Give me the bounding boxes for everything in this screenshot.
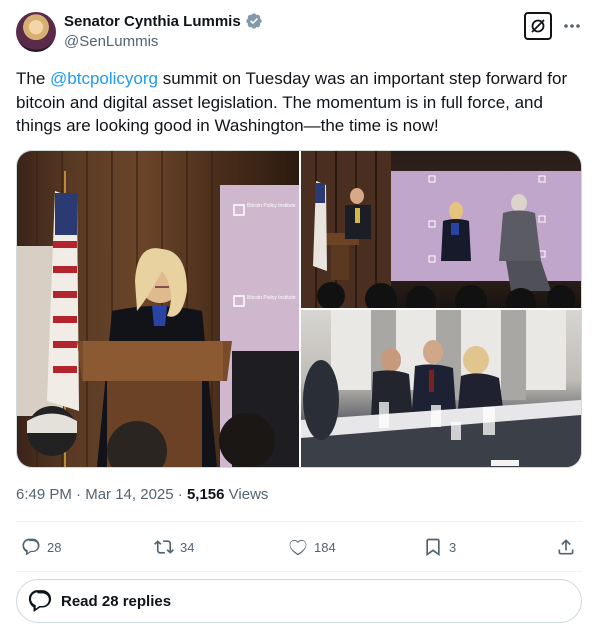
mention-link[interactable]: @btcpolicyorg bbox=[50, 69, 158, 88]
reply-icon bbox=[22, 538, 40, 556]
reply-button[interactable]: 28 bbox=[21, 531, 61, 563]
reply-count: 28 bbox=[47, 539, 62, 555]
more-dots-icon bbox=[564, 24, 580, 28]
repost-icon bbox=[154, 540, 174, 554]
views-count[interactable]: 5,156 bbox=[187, 486, 225, 503]
tweet-text: The @btcpolicyorg summit on Tuesday was … bbox=[16, 67, 582, 138]
banner-text-lower: Bitcoin Policy Institute bbox=[247, 295, 296, 301]
repost-button[interactable]: 34 bbox=[154, 531, 194, 563]
grok-icon bbox=[531, 19, 545, 33]
bookmark-count: 3 bbox=[449, 539, 457, 555]
repost-count: 34 bbox=[180, 539, 195, 555]
photo-senator-at-podium[interactable]: Bitcoin Policy Institute Bitcoin Policy … bbox=[17, 151, 299, 467]
tweet-date[interactable]: Mar 14, 2025 bbox=[85, 486, 173, 503]
verified-badge-icon bbox=[246, 13, 262, 29]
share-button[interactable] bbox=[556, 531, 576, 563]
like-count: 184 bbox=[314, 539, 336, 555]
banner-text-upper: Bitcoin Policy Institute bbox=[247, 203, 296, 209]
grok-button[interactable] bbox=[524, 12, 552, 40]
divider-bottom bbox=[16, 571, 582, 572]
meta-separator: · bbox=[173, 486, 187, 503]
views-label: Views bbox=[224, 486, 269, 503]
photo-2-illustration bbox=[301, 151, 581, 308]
author-name-row[interactable]: Senator Cynthia Lummis bbox=[64, 12, 263, 30]
tweet-meta: 6:49 PM · Mar 14, 2025 · 5,156 Views bbox=[16, 486, 268, 503]
reply-bubble-icon bbox=[28, 590, 52, 612]
author-handle[interactable]: @SenLummis bbox=[64, 33, 158, 50]
bookmark-icon bbox=[426, 538, 440, 557]
bookmark-button[interactable]: 3 bbox=[423, 531, 456, 563]
tweet-text-part: The bbox=[16, 69, 51, 88]
photo-roundtable-meeting[interactable] bbox=[301, 310, 581, 467]
heart-icon bbox=[289, 539, 307, 556]
author-avatar[interactable] bbox=[16, 12, 56, 52]
photo-1-illustration: Bitcoin Policy Institute Bitcoin Policy … bbox=[17, 151, 299, 467]
media-grid: Bitcoin Policy Institute Bitcoin Policy … bbox=[16, 150, 582, 468]
author-name[interactable]: Senator Cynthia Lummis bbox=[64, 13, 241, 30]
divider-top bbox=[16, 521, 582, 522]
tweet-time[interactable]: 6:49 PM bbox=[16, 486, 72, 503]
photo-panel-stage[interactable] bbox=[301, 151, 581, 308]
action-bar: 28 34 184 3 bbox=[16, 531, 582, 563]
more-options-button[interactable] bbox=[562, 14, 582, 38]
read-replies-button[interactable]: Read 28 replies bbox=[16, 579, 582, 623]
photo-3-illustration bbox=[301, 310, 581, 467]
read-replies-label: Read 28 replies bbox=[61, 592, 172, 610]
share-icon bbox=[558, 539, 574, 555]
like-button[interactable]: 184 bbox=[288, 531, 336, 563]
meta-separator: · bbox=[71, 486, 86, 503]
